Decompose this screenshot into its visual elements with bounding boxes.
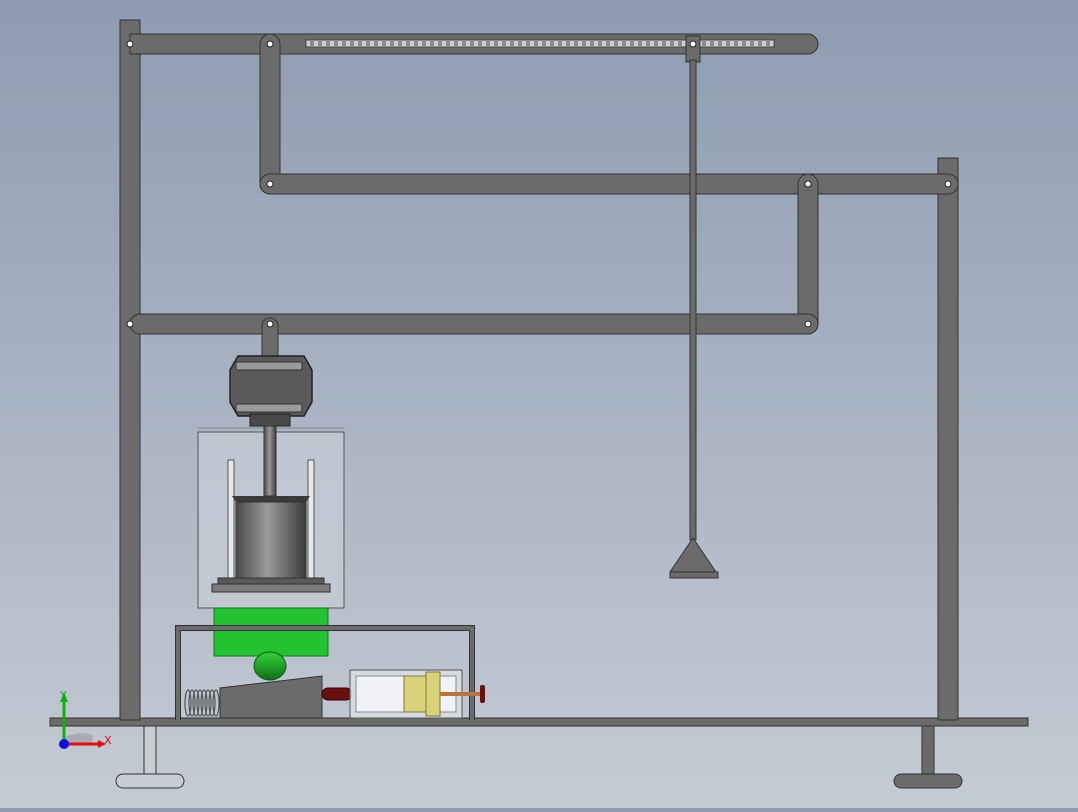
hanging-paddle[interactable] (669, 35, 719, 579)
rack-tooth (742, 41, 746, 46)
rack-tooth (526, 41, 530, 46)
rack-tooth (534, 41, 538, 46)
top-link[interactable] (129, 33, 819, 55)
rack-tooth (342, 41, 346, 46)
pin-joint[interactable] (126, 40, 134, 48)
rack-tooth (766, 41, 770, 46)
rack-tooth (390, 41, 394, 46)
rack-tooth (518, 41, 522, 46)
left-foot-post (143, 725, 157, 775)
rack-tooth (470, 41, 474, 46)
axis-label-x: X (104, 734, 112, 747)
rack-tooth (726, 41, 730, 46)
rack-tooth (502, 41, 506, 46)
green-actuator[interactable] (213, 607, 329, 681)
rack-tooth (758, 41, 762, 46)
rack-tooth (310, 41, 314, 46)
right-foot-pad (893, 773, 963, 789)
cad-viewport[interactable]: Y X (0, 0, 1078, 808)
rack-tooth (374, 41, 378, 46)
rack-tooth (334, 41, 338, 46)
pin-joint[interactable] (944, 180, 952, 188)
rack-tooth (478, 41, 482, 46)
rack-tooth (318, 41, 322, 46)
pin-joint[interactable] (266, 40, 274, 48)
rack-tooth (398, 41, 402, 46)
rack-tooth (574, 41, 578, 46)
rack-tooth (358, 41, 362, 46)
spring-coil (212, 689, 220, 717)
axis-label-y: Y (59, 689, 67, 702)
mechanism-drawing[interactable]: Y X (0, 0, 1078, 808)
rack-tooth (654, 41, 658, 46)
rocker-link[interactable] (259, 33, 281, 195)
press-cylinder[interactable] (197, 425, 345, 609)
rack-tooth (670, 41, 674, 46)
rack-tooth (438, 41, 442, 46)
base-assembly (49, 717, 1029, 789)
rack-tooth (662, 41, 666, 46)
rack-tooth (462, 41, 466, 46)
middle-link[interactable] (259, 173, 959, 195)
rack-tooth (430, 41, 434, 46)
pin-joint[interactable] (804, 180, 812, 188)
clamp-block[interactable] (229, 355, 313, 427)
compression-spring (184, 689, 220, 717)
rack-tooth (494, 41, 498, 46)
rack-tooth (582, 41, 586, 46)
rack-tooth (446, 41, 450, 46)
left-post[interactable] (119, 19, 141, 721)
base-plate[interactable] (49, 717, 1029, 727)
rack-tooth (326, 41, 330, 46)
pin-joint[interactable] (266, 180, 274, 188)
rack-tooth (542, 41, 546, 46)
rack-tooth (614, 41, 618, 46)
rack-tooth (350, 41, 354, 46)
right-coupler-link[interactable] (797, 173, 819, 335)
rack-tooth (422, 41, 426, 46)
left-foot-pad (115, 773, 185, 789)
rack-tooth (646, 41, 650, 46)
pin-joint[interactable] (126, 320, 134, 328)
rack-tooth (638, 41, 642, 46)
lower-link[interactable] (129, 313, 819, 335)
rack-tooth (558, 41, 562, 46)
right-foot-post (921, 725, 935, 775)
rack-tooth (622, 41, 626, 46)
right-post[interactable] (937, 157, 959, 721)
rack-tooth (454, 41, 458, 46)
rack-tooth (630, 41, 634, 46)
rack-tooth (566, 41, 570, 46)
rack-tooth (366, 41, 370, 46)
rack-tooth (550, 41, 554, 46)
rack-tooth (486, 41, 490, 46)
rack-tooth (598, 41, 602, 46)
wedge-cam[interactable] (219, 675, 323, 719)
rack-tooth (406, 41, 410, 46)
rack-tooth (710, 41, 714, 46)
rack-tooth (382, 41, 386, 46)
rack-tooth (510, 41, 514, 46)
rack-tooth (590, 41, 594, 46)
rack-tooth (750, 41, 754, 46)
rack-tooth (414, 41, 418, 46)
rack-tooth (734, 41, 738, 46)
rack-tooth (718, 41, 722, 46)
pin-joint[interactable] (804, 320, 812, 328)
pin-joint[interactable] (689, 40, 697, 48)
rack-tooth (702, 41, 706, 46)
syringe-cylinder[interactable] (321, 669, 485, 719)
rack-tooth (678, 41, 682, 46)
rack-tooth (606, 41, 610, 46)
